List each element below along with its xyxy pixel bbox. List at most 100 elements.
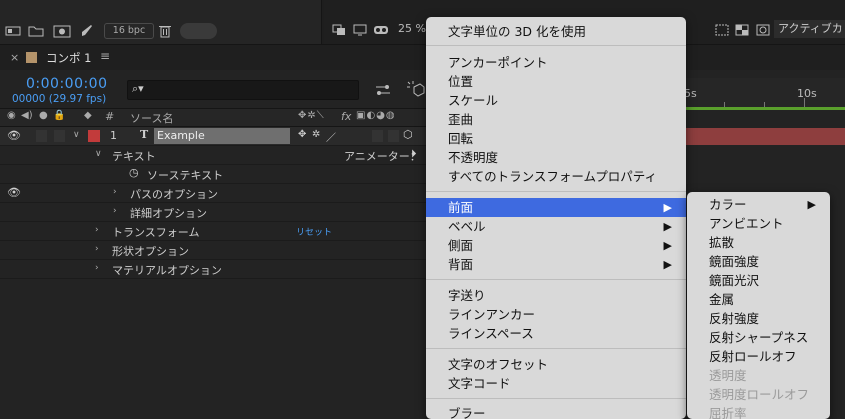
monitor-icon[interactable] — [352, 22, 368, 38]
more-options-label: 詳細オプション — [130, 207, 207, 220]
panel-tab-bar — [0, 44, 845, 70]
menu-item-skew[interactable]: 歪曲 — [426, 110, 686, 129]
property-row-more-options[interactable]: › 詳細オプション — [0, 203, 430, 222]
menu-item-front[interactable]: 前面 ▶ — [426, 198, 686, 217]
submenu-item-color-label: カラー — [709, 197, 747, 212]
submenu-arrow-icon: ▶ — [663, 258, 672, 271]
property-row-transform[interactable]: › トランスフォーム リセット — [0, 222, 430, 241]
submenu-item-metal[interactable]: 金属 — [687, 290, 830, 309]
solo-box[interactable] — [36, 130, 47, 142]
region-of-interest-icon[interactable] — [714, 22, 730, 38]
trash-icon[interactable] — [157, 22, 173, 40]
zoom-level[interactable]: 25 % — [398, 22, 426, 35]
material-options-label: マテリアルオプション — [112, 264, 222, 277]
submenu-item-color[interactable]: カラー ▶ — [687, 195, 830, 214]
current-timecode[interactable]: 0:00:00:00 — [26, 76, 108, 92]
work-area-bar[interactable] — [686, 107, 845, 110]
submenu-item-diffuse[interactable]: 拡散 — [687, 233, 830, 252]
panel-menu-icon[interactable]: ≡ — [100, 49, 110, 63]
chevron-right-icon[interactable]: › — [113, 206, 117, 216]
menu-item-front-label: 前面 — [448, 200, 474, 215]
video-switch-icon[interactable]: ◉ — [7, 110, 16, 121]
reset-link[interactable]: リセット — [296, 225, 332, 238]
eye-icon[interactable]: 👁 — [7, 186, 21, 199]
eye-icon[interactable]: 👁 — [7, 129, 21, 142]
shy-switch-icon[interactable]: ✥ — [298, 129, 306, 140]
motion-blur-box[interactable] — [372, 130, 383, 142]
time-ruler[interactable] — [680, 78, 845, 108]
menu-item-opacity[interactable]: 不透明度 — [426, 148, 686, 167]
menu-item-line-spacing[interactable]: ラインスペース — [426, 324, 686, 343]
property-row-text[interactable]: ∨ テキスト アニメーター： ⏵ — [0, 146, 430, 165]
property-row-source-text[interactable]: ◷ ソーステキスト — [0, 165, 430, 184]
chevron-right-icon[interactable]: › — [95, 244, 99, 254]
new-composition-icon[interactable] — [52, 23, 72, 39]
submenu-item-specular-shininess[interactable]: 鏡面光沢 — [687, 271, 830, 290]
menu-item-side[interactable]: 側面 ▶ — [426, 236, 686, 255]
view-dropdown[interactable]: アクティブカ — [774, 20, 845, 38]
menu-item-position[interactable]: 位置 — [426, 72, 686, 91]
property-row-geometry-options[interactable]: › 形状オプション — [0, 241, 430, 260]
submenu-item-specular-intensity[interactable]: 鏡面強度 — [687, 252, 830, 271]
flowchart-toggle[interactable] — [180, 23, 217, 39]
layer-name: Example — [157, 129, 205, 142]
new-folder-icon[interactable] — [27, 23, 45, 39]
layer-name-field[interactable]: Example — [154, 128, 290, 144]
layer-number: 1 — [110, 129, 117, 142]
menu-item-back[interactable]: 背面 ▶ — [426, 255, 686, 274]
lock-box[interactable] — [54, 130, 65, 142]
transparency-grid-icon[interactable] — [734, 22, 750, 38]
vr-goggles-icon[interactable] — [372, 22, 390, 38]
layer-row[interactable]: 👁 ∨ 1 T Example ✥ ✲ ／ ⬡ — [0, 127, 430, 146]
layer-duration-bar[interactable] — [686, 128, 845, 145]
menu-item-per-character-3d[interactable]: 文字単位の 3D 化を使用 — [426, 22, 686, 41]
bit-depth-button[interactable]: 16 bpc — [104, 23, 154, 39]
audio-switch-icon[interactable]: ◀) — [21, 110, 33, 121]
close-tab-icon[interactable]: × — [10, 51, 19, 64]
geometry-options-label: 形状オプション — [112, 245, 189, 258]
interpret-footage-icon[interactable] — [4, 23, 22, 39]
lock-icon[interactable]: 🔒 — [53, 110, 65, 121]
submenu-arrow-icon: ▶ — [663, 239, 672, 252]
comp-mini-flowchart-icon[interactable] — [374, 81, 392, 99]
menu-item-all-transform[interactable]: すべてのトランスフォームプロパティ — [426, 167, 686, 186]
adjustment-box[interactable] — [388, 130, 399, 142]
collapse-switch-icon[interactable]: ✲ — [312, 129, 320, 140]
quality-switch-icon[interactable]: ／ — [326, 129, 336, 144]
menu-item-anchor-point[interactable]: アンカーポイント — [426, 53, 686, 72]
property-row-material-options[interactable]: › マテリアルオプション — [0, 260, 430, 279]
label-color-swatch[interactable] — [88, 130, 100, 142]
draft-3d-icon[interactable] — [404, 78, 426, 100]
source-name-header[interactable]: ソース名 — [130, 110, 173, 126]
chevron-right-icon[interactable]: › — [113, 187, 117, 197]
render-rocket-icon[interactable] — [78, 23, 96, 39]
property-row-path-options[interactable]: 👁 › パスのオプション — [0, 184, 430, 203]
menu-item-rotation[interactable]: 回転 — [426, 129, 686, 148]
submenu-item-reflection-rolloff[interactable]: 反射ロールオフ — [687, 347, 830, 366]
search-icon: ⌕▾ — [132, 82, 144, 95]
menu-item-line-anchor[interactable]: ラインアンカー — [426, 305, 686, 324]
chevron-down-icon[interactable]: ∨ — [95, 149, 102, 159]
chevron-down-icon[interactable]: ∨ — [73, 130, 80, 140]
menu-item-character-offset[interactable]: 文字のオフセット — [426, 355, 686, 374]
menu-item-scale[interactable]: スケール — [426, 91, 686, 110]
always-preview-icon[interactable] — [331, 22, 347, 38]
grid-overlay-icon[interactable] — [755, 22, 771, 38]
chevron-right-icon[interactable]: › — [95, 225, 99, 235]
3d-layer-icon[interactable]: ⬡ — [403, 128, 413, 141]
chevron-right-icon[interactable]: › — [95, 263, 99, 273]
submenu-item-reflection-sharpness[interactable]: 反射シャープネス — [687, 328, 830, 347]
solo-icon[interactable]: ● — [39, 110, 48, 121]
tab-composition[interactable]: コンポ 1 — [46, 50, 91, 66]
stopwatch-icon[interactable]: ◷ — [129, 166, 139, 179]
menu-separator — [426, 45, 686, 46]
submenu-item-reflection-intensity[interactable]: 反射強度 — [687, 309, 830, 328]
menu-item-bevel[interactable]: ベベル ▶ — [426, 217, 686, 236]
submenu-item-ambient[interactable]: アンビエント — [687, 214, 830, 233]
menu-item-tracking[interactable]: 字送り — [426, 286, 686, 305]
menu-item-character-value[interactable]: 文字コード — [426, 374, 686, 393]
animator-play-icon[interactable]: ⏵ — [411, 147, 417, 161]
menu-separator — [426, 348, 686, 349]
menu-item-blur[interactable]: ブラー — [426, 404, 686, 419]
layer-search-input[interactable]: ⌕▾ — [127, 80, 359, 100]
